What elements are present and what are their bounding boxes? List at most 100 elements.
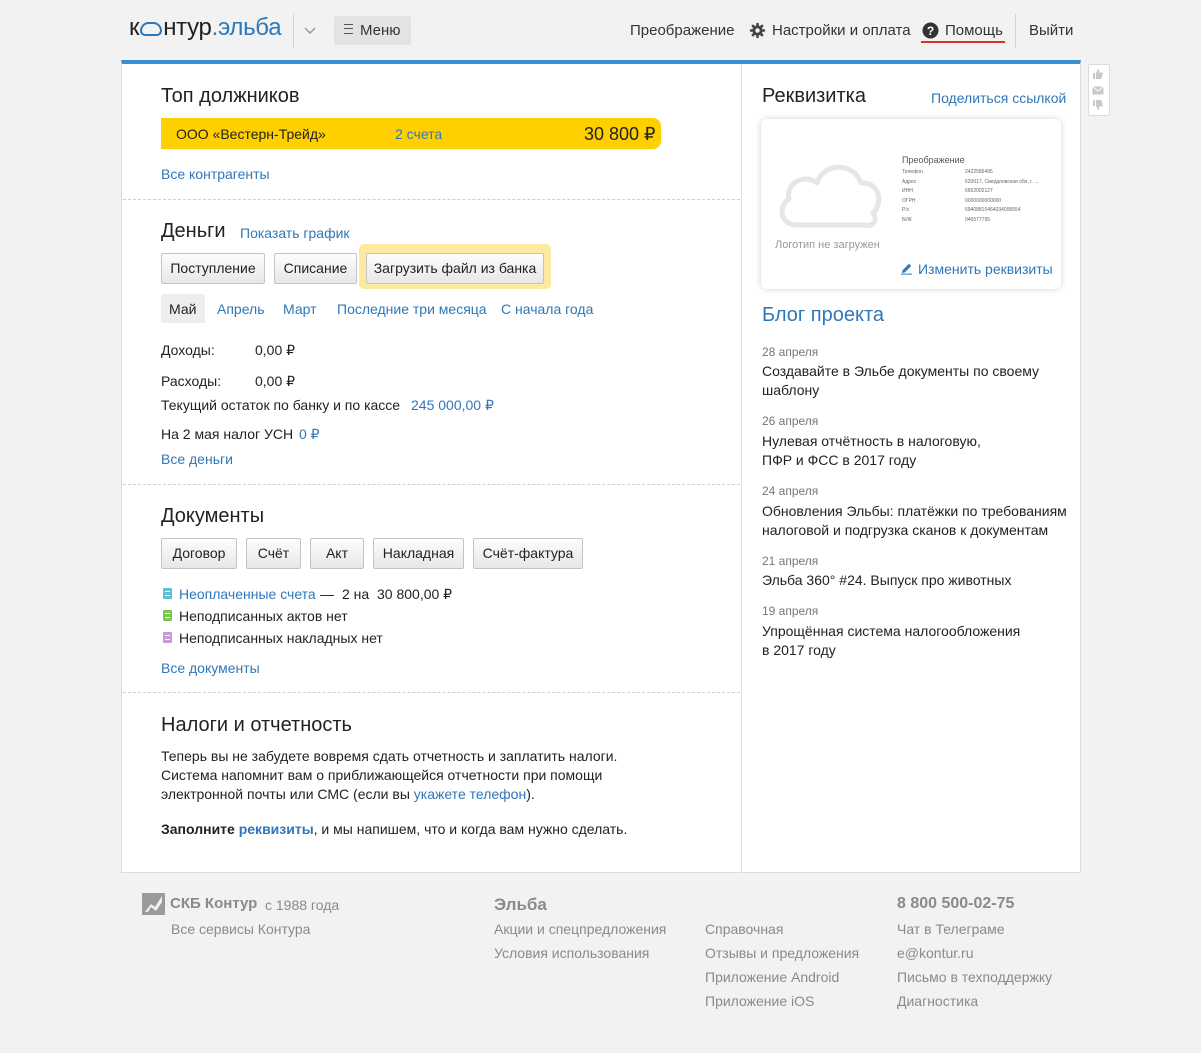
top-debtors-title: Топ должников [161, 85, 300, 107]
unpaid-count: 2 на [342, 586, 370, 602]
taxes-text-line3-start: электронной почты или СМС (если вы [161, 786, 410, 802]
expense-label: Расходы: [161, 373, 222, 389]
menu-icon [344, 24, 353, 34]
card-field-key: БИК [902, 216, 912, 223]
period-tab-may[interactable]: Май [169, 301, 196, 317]
section-divider [123, 692, 740, 693]
blog-post-date: 21 апреля [762, 554, 819, 568]
expense-button[interactable]: Списание [274, 253, 357, 284]
logo[interactable]: к нтур.эльба [129, 14, 282, 42]
footer-all-services-link[interactable]: Все сервисы Контура [171, 921, 310, 937]
tax-value-link[interactable]: 0 ₽ [299, 426, 320, 443]
waybill-button[interactable]: Накладная [373, 538, 464, 569]
unpaid-invoices-link[interactable]: Неоплаченные счета [179, 586, 316, 602]
blog-post-link[interactable]: Обновления Эльбы: платёжки по требования… [762, 502, 1072, 540]
money-title: Деньги [161, 220, 226, 242]
card-field-key: ОГРН [902, 197, 916, 204]
footer-link[interactable]: Чат в Телеграме [897, 921, 1005, 937]
footer-link[interactable]: Условия использования [494, 945, 649, 961]
nav-settings-link[interactable]: Настройки и оплата [772, 22, 911, 39]
section-divider [123, 484, 740, 485]
blog-post-date: 26 апреля [762, 414, 819, 428]
header-divider [293, 14, 294, 48]
section-divider [123, 199, 740, 200]
tax-label: На 2 мая налог УСН [161, 426, 294, 442]
taxes-text-line3: электронной почты или СМС (если вы укаже… [161, 786, 535, 802]
logout-link[interactable]: Выйти [1029, 22, 1073, 39]
footer-link[interactable]: Письмо в техподдержку [897, 969, 1052, 985]
blog-post-title-line: в 2017 году [762, 642, 836, 658]
logo-text-start: к [129, 14, 140, 41]
all-money-link[interactable]: Все деньги [161, 451, 233, 467]
period-tab-april[interactable]: Апрель [217, 301, 265, 317]
card-field-key: Телефон [902, 169, 923, 175]
all-contractors-link[interactable]: Все контрагенты [161, 166, 270, 182]
period-tab-year-to-date[interactable]: С начала года [501, 301, 593, 317]
footer-link[interactable]: Справочная [705, 921, 783, 937]
product-switcher-chevron-icon[interactable] [298, 18, 322, 42]
unsigned-waybills-status: Неподписанных накладных нет [179, 630, 383, 646]
column-divider [741, 64, 742, 873]
blog-post-title-line: Обновления Эльбы: платёжки по требования… [762, 503, 1067, 519]
blog-post-title-line: Упрощённая система налогообложения [762, 623, 1021, 639]
unpaid-amount: 30 800,00 ₽ [377, 586, 453, 602]
card-field-value: 2422586495 [965, 169, 993, 175]
footer-link[interactable]: Диагностика [897, 993, 978, 1009]
income-button[interactable]: Поступление [161, 253, 265, 284]
share-link[interactable]: Поделиться ссылкой [931, 90, 1066, 106]
blog-post-title-line: Нулевая отчётность в налоговую, [762, 433, 981, 449]
period-tab-march[interactable]: Март [283, 301, 317, 317]
footer-brand[interactable]: СКБ Контур [170, 895, 257, 912]
footer-link[interactable]: Отзывы и предложения [705, 945, 859, 961]
add-phone-link[interactable]: укажете телефон [414, 786, 526, 802]
debtor-amount: 30 800 ₽ [584, 124, 656, 144]
taxes-text-line3-end: ). [526, 786, 535, 802]
blog-post-link[interactable]: Создавайте в Эльбе документы по своему ша… [762, 362, 1072, 400]
show-chart-link[interactable]: Показать график [240, 225, 350, 241]
menu-label: Меню [360, 22, 401, 39]
taxes-cta-bold: Заполните [161, 821, 235, 837]
blog-post-title-line: Создавайте в Эльбе документы по своему [762, 363, 1040, 379]
expense-value: 0,00 ₽ [255, 373, 296, 389]
footer-link[interactable]: Приложение Android [705, 969, 839, 985]
blog-post-link[interactable]: Нулевая отчётность в налоговую, ПФР и ФСС… [762, 432, 1072, 470]
nav-help-link[interactable]: Помощь [945, 22, 1003, 39]
pencil-icon [900, 262, 913, 280]
card-field-value: 6662002127 [965, 188, 993, 195]
invoice-button[interactable]: Счёт [246, 538, 301, 569]
fill-requisites-link[interactable]: реквизиты [239, 821, 314, 837]
balance-value-link[interactable]: 245 000,00 ₽ [411, 397, 494, 414]
card-field-value: 620017, Свердловская обл, г. ... [965, 178, 1039, 185]
edit-requisites-link[interactable]: Изменить реквизиты [918, 261, 1053, 277]
card-fields: Телефон 2422586495 Адрес 620017, Свердловс… [902, 169, 1057, 227]
footer-link[interactable]: e@kontur.ru [897, 945, 973, 961]
footer-phone[interactable]: 8 800 500-02-75 [897, 895, 1014, 913]
all-documents-link[interactable]: Все документы [161, 660, 260, 676]
debtor-invoices-link[interactable]: 2 счета [395, 126, 442, 142]
contract-button[interactable]: Договор [161, 538, 237, 569]
blog-title-link[interactable]: Блог проекта [762, 304, 884, 327]
balance-label: Текущий остаток по банку и по кассе [161, 397, 401, 413]
svg-text:?: ? [927, 24, 934, 38]
blog-post-link[interactable]: Упрощённая система налогообложения в 2017… [762, 622, 1072, 660]
taxes-cta: Заполните реквизиты, и мы напишем, что и… [161, 821, 627, 837]
thumbs-down-icon[interactable] [1092, 98, 1104, 116]
logo-text-mid: нтур [163, 14, 212, 41]
card-company-name: Преображение [902, 155, 965, 165]
blog-post-title-line: налоговой и подгрузка сканов к документа… [762, 522, 1049, 538]
upload-bank-file-button[interactable]: Загрузить файл из банка [366, 253, 544, 284]
logo-cloud-icon [140, 22, 163, 36]
footer-link[interactable]: Акции и спецпредложения [494, 921, 666, 937]
skb-kontur-logo-icon [142, 893, 165, 920]
card-field-key: ИНН [902, 188, 913, 195]
period-tab-last-three-months[interactable]: Последние три месяца [337, 301, 487, 317]
blog-post-link[interactable]: Эльба 360° #24. Выпуск про животных [762, 571, 1072, 590]
help-active-underline [921, 41, 1005, 43]
menu-button[interactable]: Меню [334, 16, 411, 45]
nav-company-link[interactable]: Преображение [630, 22, 734, 39]
footer-link[interactable]: Приложение iOS [705, 993, 814, 1009]
taxes-cta-rest: , и мы напишем, что и когда вам нужно сд… [313, 821, 628, 837]
act-button[interactable]: Акт [310, 538, 364, 569]
waybill-doc-icon [163, 632, 172, 643]
vat-invoice-button[interactable]: Счёт-фактура [473, 538, 583, 569]
